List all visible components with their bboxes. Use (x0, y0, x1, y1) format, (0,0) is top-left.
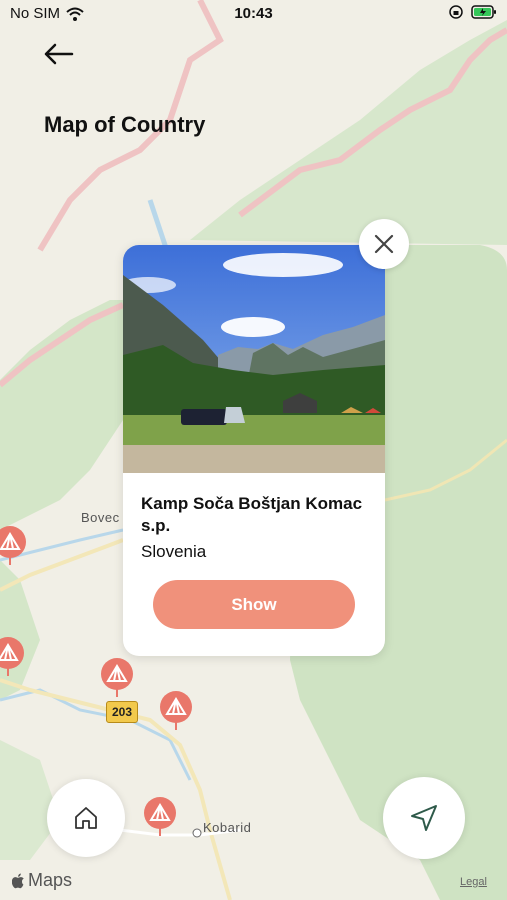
apple-icon (12, 873, 24, 888)
status-time: 10:43 (234, 5, 273, 22)
orientation-lock-icon (449, 5, 463, 19)
close-icon (374, 234, 394, 254)
road-number-badge: 203 (106, 701, 138, 723)
camp-pin-icon[interactable] (0, 525, 27, 565)
home-icon (75, 807, 97, 829)
maps-brand-label: Maps (28, 870, 73, 890)
locate-button[interactable] (383, 777, 465, 859)
campsite-country: Slovenia (141, 542, 207, 561)
maps-logo: Maps (12, 870, 72, 891)
status-right (449, 5, 497, 19)
status-bar: No SIM 10:43 (0, 0, 507, 28)
close-button[interactable] (359, 219, 409, 269)
page-title: Map of Country (44, 112, 206, 137)
show-button[interactable]: Show (153, 580, 355, 629)
place-label-bovec: Bovec (81, 510, 120, 525)
place-label-kobarid: Kobarid (203, 820, 252, 835)
home-button[interactable] (47, 779, 125, 857)
camp-pin-icon[interactable] (159, 690, 193, 730)
battery-icon (471, 5, 496, 19)
campsite-photo (123, 245, 385, 473)
campsite-name: Kamp Soča Boštjan Komac s.p. (141, 494, 363, 535)
navigation-icon (411, 805, 437, 831)
camp-pin-icon[interactable] (0, 636, 25, 676)
campsite-card[interactable]: Kamp Soča Boštjan Komac s.p. Slovenia Sh… (123, 245, 385, 656)
back-arrow-icon[interactable] (42, 40, 76, 68)
legal-link[interactable]: Legal (460, 876, 487, 888)
camp-pin-icon[interactable] (143, 796, 177, 836)
camp-pin-icon[interactable] (100, 657, 134, 697)
